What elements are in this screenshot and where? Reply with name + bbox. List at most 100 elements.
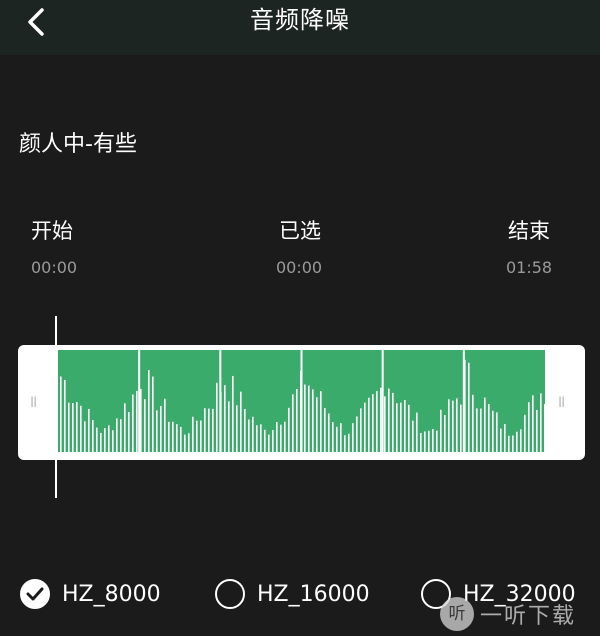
waveform-bar xyxy=(496,412,498,452)
waveform-bar xyxy=(324,407,326,452)
waveform-bar xyxy=(252,416,254,452)
waveform-bar xyxy=(388,388,390,452)
trim-handle-left[interactable]: II xyxy=(30,395,37,411)
option-hz-16000[interactable]: HZ_16000 xyxy=(215,574,370,614)
waveform-bar xyxy=(116,418,118,452)
waveform-bar xyxy=(524,414,526,452)
waveform-bar xyxy=(348,433,350,452)
waveform-bar xyxy=(336,426,338,452)
option-hz-8000[interactable]: HZ_8000 xyxy=(20,574,161,614)
waveform-bar xyxy=(468,362,470,452)
waveform-bar xyxy=(232,375,234,452)
waveform-bar xyxy=(360,408,362,452)
waveform-bar xyxy=(404,399,406,452)
waveform-bar xyxy=(332,422,334,452)
waveform-bar xyxy=(92,420,94,452)
playhead-line[interactable] xyxy=(55,316,57,498)
waveform-bar xyxy=(444,414,446,452)
trim-handle-right[interactable]: II xyxy=(558,395,565,411)
waveform-bar xyxy=(204,408,206,452)
waveform-bar xyxy=(376,391,378,452)
waveform-bar xyxy=(520,429,522,452)
waveform-bar xyxy=(492,410,494,452)
waveform-bar xyxy=(408,404,410,452)
waveform-divider xyxy=(462,350,465,452)
waveform-bar xyxy=(224,385,226,452)
waveform-bar xyxy=(392,392,394,452)
waveform-bar xyxy=(200,420,202,452)
waveform-bar xyxy=(72,403,74,452)
waveform-bar xyxy=(88,408,90,452)
waveform-divider xyxy=(219,350,222,452)
waveform-bar xyxy=(500,428,502,452)
waveform-bar xyxy=(472,394,474,452)
audio-waveform[interactable] xyxy=(18,345,585,460)
waveform-bar xyxy=(104,427,106,452)
waveform-bar xyxy=(424,431,426,452)
waveform-bar xyxy=(340,423,342,452)
waveform-bar xyxy=(256,425,258,452)
waveform-bar xyxy=(448,399,450,452)
waveform-bar xyxy=(164,398,166,452)
page-title: 音频降噪 xyxy=(250,6,350,34)
waveform-bar xyxy=(244,409,246,452)
watermark: 听 一听下载 xyxy=(440,592,600,636)
waveform-bar xyxy=(528,402,530,452)
waveform-bar xyxy=(380,387,382,452)
waveform-bar xyxy=(124,403,126,452)
waveform-bar xyxy=(156,410,158,452)
waveform-bar xyxy=(484,397,486,452)
watermark-text: 一听下载 xyxy=(480,604,577,629)
waveform-bar xyxy=(172,421,174,452)
waveform-bar xyxy=(100,432,102,452)
waveform-bar xyxy=(416,412,418,452)
end-time: 01:58 xyxy=(506,258,553,277)
waveform-bar xyxy=(128,412,130,452)
waveform-bar xyxy=(152,376,154,452)
waveform-bar xyxy=(280,424,282,452)
waveform-bar xyxy=(76,402,78,452)
waveform-panel[interactable] xyxy=(18,345,585,460)
waveform-bar xyxy=(288,407,290,452)
waveform-bar xyxy=(60,376,62,452)
waveform-bar xyxy=(84,421,86,452)
waveform-bar xyxy=(352,423,354,452)
waveform-bar xyxy=(480,408,482,452)
waveform-bar xyxy=(532,395,534,452)
waveform-bar xyxy=(236,405,238,452)
option-label: HZ_8000 xyxy=(62,581,161,607)
radio-unchecked-icon[interactable] xyxy=(215,579,245,609)
song-title: 颜人中-有些 xyxy=(19,132,137,157)
waveform-bar xyxy=(80,405,82,452)
waveform-bar xyxy=(356,416,358,452)
waveform-bar xyxy=(312,389,314,452)
end-label: 结束 xyxy=(508,219,550,243)
waveform-divider xyxy=(381,350,384,452)
waveform-bar xyxy=(132,394,134,452)
waveform-bar xyxy=(136,390,138,452)
waveform-bar xyxy=(384,396,386,452)
waveform-bar xyxy=(260,424,262,452)
waveform-bar xyxy=(228,401,230,452)
waveform-bar xyxy=(192,416,194,452)
top-bar: 音频降噪 xyxy=(0,0,600,55)
selected-label: 已选 xyxy=(279,219,321,243)
waveform-bar xyxy=(120,419,122,452)
waveform-bar xyxy=(216,382,218,452)
waveform-bar xyxy=(396,403,398,452)
check-icon xyxy=(26,587,44,601)
waveform-bar xyxy=(412,420,414,452)
waveform-bar xyxy=(68,402,70,452)
waveform-bar xyxy=(512,435,514,452)
waveform-bar xyxy=(304,384,306,452)
waveform-bar xyxy=(420,433,422,452)
waveform-bar xyxy=(328,413,330,452)
waveform-bar xyxy=(196,420,198,452)
waveform-bar xyxy=(516,431,518,452)
waveform-bar xyxy=(452,400,454,452)
waveform-bar xyxy=(248,419,250,452)
waveform-bar xyxy=(180,426,182,452)
radio-checked-icon[interactable] xyxy=(20,579,50,609)
waveform-bar xyxy=(308,385,310,452)
waveform-bar xyxy=(436,430,438,452)
